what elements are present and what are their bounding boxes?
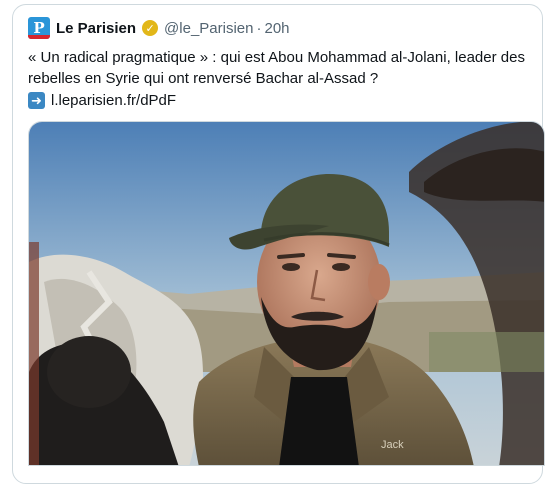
tweet-time[interactable]: 20h (264, 20, 289, 37)
verified-badge-icon: ✓ (142, 20, 159, 36)
author-name[interactable]: Le Parisien (56, 20, 136, 37)
avatar[interactable]: P (28, 17, 50, 39)
author-handle[interactable]: @le_Parisien (164, 20, 253, 37)
avatar-letter: P (33, 19, 45, 37)
photo-scene: Jack (29, 122, 544, 465)
separator: · (256, 19, 262, 37)
tweet-body: « Un radical pragmatique » : qui est Abo… (28, 49, 525, 87)
tweet-text: « Un radical pragmatique » : qui est Abo… (28, 47, 533, 111)
jacket-logo-text: Jack (381, 439, 404, 451)
tweet-card[interactable]: P Le Parisien ✓ @le_Parisien · 20h « Un … (12, 4, 545, 484)
tweet-link[interactable]: l.leparisien.fr/dPdF (51, 90, 176, 111)
link-row: ➜ l.leparisien.fr/dPdF (28, 90, 533, 111)
tweet-media-image[interactable]: Jack (28, 121, 545, 466)
right-arrow-icon: ➜ (28, 92, 45, 109)
tweet-header: P Le Parisien ✓ @le_Parisien · 20h (28, 17, 290, 39)
